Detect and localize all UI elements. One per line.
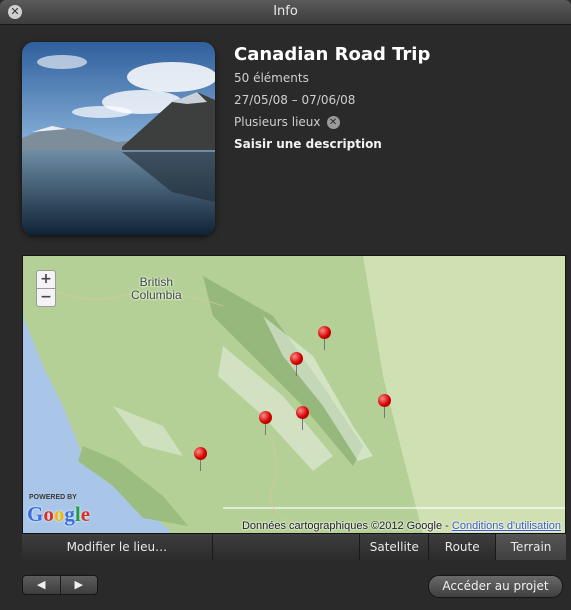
powered-by-label: POWERED BY (29, 494, 77, 501)
map-pin-icon[interactable] (290, 352, 304, 378)
map-attribution: Données cartographiques ©2012 Google - C… (242, 520, 561, 532)
arrow-left-icon[interactable]: ◀ (23, 576, 61, 594)
window-title: Info (273, 4, 298, 19)
places-label: Plusieurs lieux (234, 115, 321, 129)
navigation-buttons: ◀ ▶ (22, 575, 98, 595)
google-logo[interactable]: Google (27, 502, 90, 527)
view-route-button[interactable]: Route (429, 534, 497, 560)
attribution-text: Données cartographiques ©2012 Google - (241, 520, 452, 532)
map-pin-icon[interactable] (194, 447, 208, 473)
open-project-button[interactable]: Accéder au projet (428, 575, 563, 598)
map-pin-icon[interactable] (296, 406, 310, 432)
view-satellite-button[interactable]: Satellite (360, 534, 430, 560)
item-count: 50 éléments (234, 71, 309, 85)
zoom-out-icon[interactable]: − (37, 289, 55, 306)
description-field[interactable]: Saisir une description (234, 137, 430, 151)
project-info: Canadian Road Trip 50 éléments 27/05/08 … (234, 44, 430, 151)
date-range[interactable]: 27/05/08 – 07/06/08 (234, 93, 430, 107)
view-terrain-button[interactable]: Terrain (496, 534, 567, 560)
arrow-right-icon[interactable]: ▶ (61, 576, 98, 594)
key-photo (22, 42, 215, 235)
project-title[interactable]: Canadian Road Trip (234, 44, 430, 65)
terrain-map[interactable]: + − British Columbia POWERED BY Google D… (22, 255, 566, 535)
places-row: Plusieurs lieux ✕ (234, 115, 430, 129)
title-bar: ✕ Info (0, 0, 571, 25)
toolbar-spacer (213, 534, 361, 560)
remove-icon[interactable]: ✕ (326, 115, 340, 129)
zoom-control: + − (36, 270, 56, 307)
zoom-in-icon[interactable]: + (37, 271, 55, 289)
map-pin-icon[interactable] (259, 411, 273, 437)
modify-place-button[interactable]: Modifier le lieu… (22, 534, 213, 560)
close-icon[interactable]: ✕ (8, 5, 22, 19)
map-toolbar: Modifier le lieu… Satellite Route Terrai… (22, 533, 567, 560)
terms-link[interactable]: Conditions d'utilisation (452, 520, 561, 532)
info-window: ✕ Info Canadian Road Trip 50 éléments 27… (0, 0, 571, 610)
map-terrain-image (23, 256, 565, 534)
map-pin-icon[interactable] (378, 394, 392, 420)
map-pin-icon[interactable] (318, 326, 332, 352)
map-region-label-line2: Columbia (131, 288, 182, 302)
map-region-label: British Columbia (131, 276, 182, 302)
